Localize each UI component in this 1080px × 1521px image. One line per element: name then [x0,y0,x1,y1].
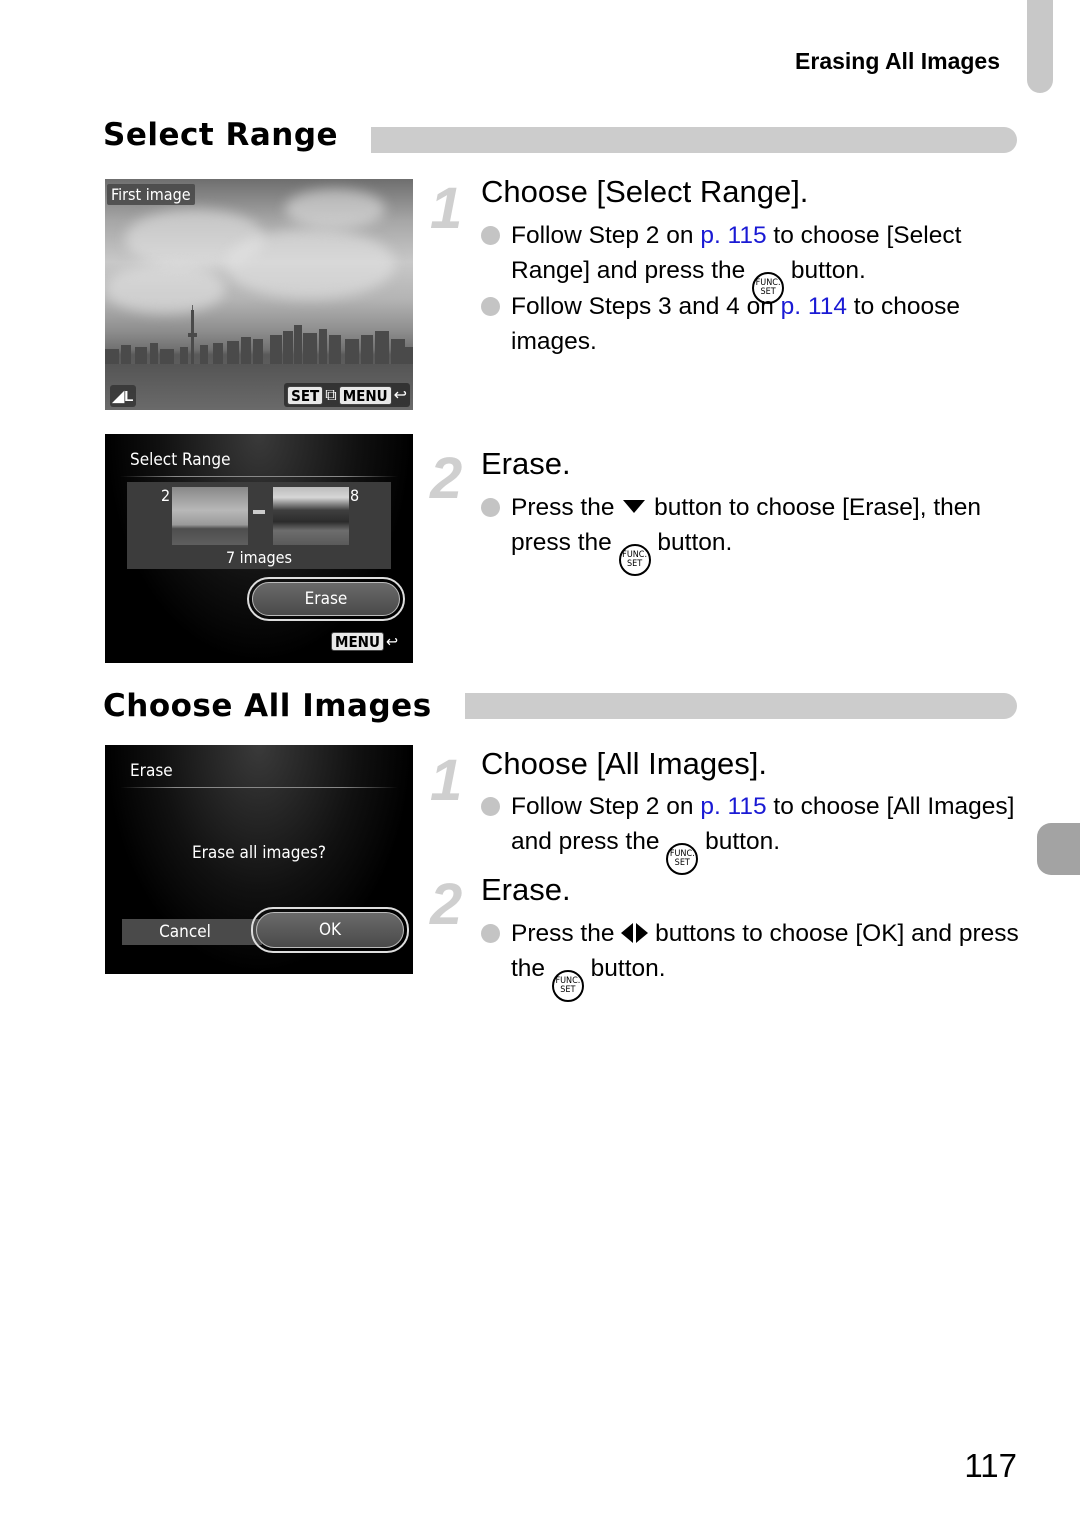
screen-key-guide: SET ⧉ MENU ↩ [284,383,410,407]
bullet-icon [481,924,500,943]
range-end-number: 8 [350,486,360,505]
camera-screen-first-image: First image ◢ L SET ⧉ MENU ↩ [105,179,413,410]
range-end-thumbnail [273,487,349,545]
step-number: 1 [430,176,463,241]
cancel-button[interactable]: Cancel [122,919,262,945]
page-link-115[interactable]: p. 115 [700,222,766,249]
step-bullet: Follow Steps 3 and 4 on p. 114 to choose… [481,289,1021,359]
range-count: 7 images [225,548,293,567]
down-arrow-icon [623,500,646,513]
chapter-tab-top [1027,0,1053,93]
range-panel: 2 8 7 images [127,482,391,569]
step-title: Choose [Select Range]. [481,174,809,209]
step-number: 2 [430,446,463,511]
confirm-question: Erase all images? [191,843,327,863]
bullet-icon [481,498,500,517]
step-title: Erase. [481,446,571,481]
step-number: 2 [430,872,463,937]
func-set-icon: FUNC. SET [666,843,699,875]
step-number: 1 [430,748,463,813]
running-head: Erasing All Images [795,48,1000,74]
title-divider [120,476,398,477]
section-title-bar [371,127,1017,153]
return-arrow-icon: ↩ [393,386,407,404]
menu-key-icon: MENU [331,632,384,651]
camera-screen-erase-all: Erase Erase all images? Cancel OK [105,745,413,974]
range-start-number: 2 [161,486,171,505]
menu-back-guide: MENU ↩ [331,632,398,651]
bullet-icon [481,297,500,316]
bullet-icon [481,226,500,245]
page-number: 117 [964,1447,1017,1484]
chapter-tab-index [1037,823,1080,875]
range-dash [253,510,265,514]
title-divider [120,787,398,788]
bullet-icon [481,797,500,816]
set-key-icon: SET [287,385,324,405]
erase-button[interactable]: Erase [247,577,405,621]
screen-title: Erase [130,761,173,781]
page-link-114[interactable]: p. 114 [781,293,847,320]
step-bullet: Press the buttons to choose [OK] and pre… [481,916,1021,1002]
range-start-thumbnail [172,487,248,545]
ok-button[interactable]: OK [251,907,409,953]
left-right-arrows-icon [621,920,649,947]
size-large-icon: ◢ L [110,385,136,407]
section-title-select-range: Select Range [103,117,339,153]
first-image-label: First image [107,184,195,205]
func-set-icon: FUNC. SET [551,970,584,1002]
step-title: Erase. [481,872,571,907]
menu-key-icon: MENU [338,385,392,405]
page-link-115[interactable]: p. 115 [700,793,766,820]
screen-title: Select Range [130,450,231,470]
section-title-choose-all-images: Choose All Images [103,688,432,724]
jump-icon: ⧉ [325,386,337,404]
city-skyline [105,305,413,365]
step-bullet: Follow Step 2 on p. 115 to choose [All I… [481,789,1021,875]
camera-screen-select-range: Select Range 2 8 7 images Erase MENU ↩ [105,434,413,663]
step-bullet: Press the button to choose [Erase], then… [481,490,1021,576]
step-title: Choose [All Images]. [481,746,768,781]
section-title-bar [465,693,1017,719]
func-set-icon: FUNC. SET [618,544,651,576]
return-arrow-icon: ↩ [385,632,398,651]
